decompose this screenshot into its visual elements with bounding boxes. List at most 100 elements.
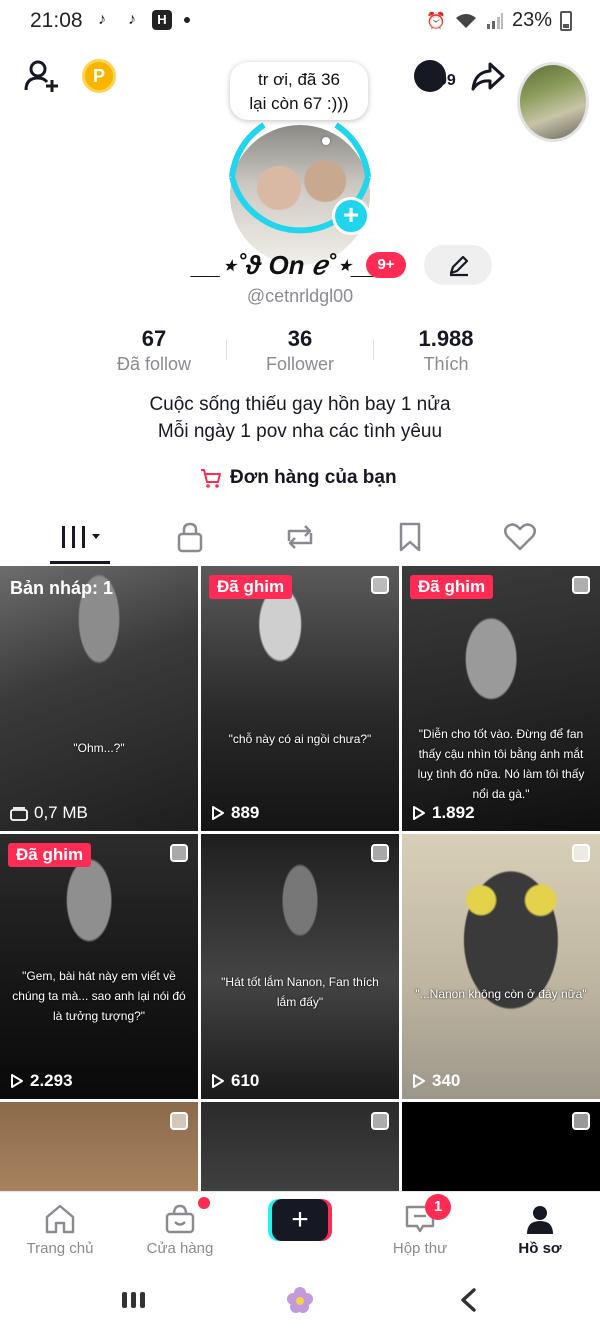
- profile-note-bubble[interactable]: tr ơi, đã 36 lại còn 67 :))): [230, 62, 368, 120]
- status-right: ⏰ 23%: [426, 9, 572, 32]
- video-thumbnail: [402, 1102, 600, 1191]
- back-icon[interactable]: [456, 1286, 480, 1314]
- drafts-icon: [10, 807, 28, 821]
- nav-profile[interactable]: Hồ sơ: [480, 1202, 600, 1257]
- create-button[interactable]: +: [268, 1199, 332, 1241]
- profile-tabs: [0, 514, 600, 564]
- video-tile[interactable]: [402, 1102, 600, 1191]
- view-count-value: 1.892: [432, 803, 475, 822]
- bio-line: Cuộc sống thiếu gay hồn bay 1 nửa: [149, 394, 451, 415]
- progress-count: 99: [438, 72, 456, 89]
- stat-likes[interactable]: 1.988 Thích: [376, 326, 516, 375]
- photo-carousel-icon: [371, 1112, 389, 1130]
- note-line-2: lại còn 67 :))): [249, 94, 349, 113]
- nav-inbox-label: Hộp thư: [392, 1240, 448, 1257]
- video-thumbnail: [0, 566, 198, 831]
- view-count: 340: [412, 1071, 460, 1091]
- video-tile[interactable]: Đã ghim "Diễn cho tốt vào. Đừng để fan t…: [402, 566, 600, 831]
- story-thumbnail[interactable]: [517, 62, 589, 142]
- video-grid: Bản nháp: 1 "Ohm...?" 0,7 MB Đã ghim "ch…: [0, 566, 600, 1191]
- video-thumbnail: [0, 1102, 198, 1191]
- nav-home-label: Trang chủ: [26, 1240, 94, 1257]
- inbox-badge: 1: [425, 1194, 451, 1220]
- pinned-badge: Đã ghim: [209, 575, 293, 599]
- note-bubble-tail: [322, 137, 330, 145]
- view-count: 610: [211, 1071, 259, 1091]
- heart-icon: [504, 523, 536, 551]
- home-flower-icon[interactable]: [286, 1286, 314, 1314]
- video-thumbnail: [201, 834, 399, 1099]
- tab-reposts[interactable]: [245, 514, 355, 560]
- tiktok-icon: ♪: [98, 11, 106, 28]
- add-friend-icon[interactable]: [22, 56, 62, 96]
- view-count: 1.892: [412, 803, 475, 823]
- note-line-1: tr ơi, đã 36: [257, 70, 341, 89]
- video-tile[interactable]: [201, 1102, 399, 1191]
- video-tile[interactable]: "Hát tốt lắm Nanon, Fan thích lắm đấy" 6…: [201, 834, 399, 1099]
- video-tile[interactable]: [0, 1102, 198, 1191]
- lock-icon: [177, 522, 203, 553]
- pencil-icon: [449, 255, 469, 277]
- signal-icon: [486, 12, 503, 29]
- view-count-value: 2.293: [30, 1071, 73, 1090]
- profile-icon: [527, 1206, 553, 1234]
- photo-carousel-icon: [371, 576, 389, 594]
- grid-filter-icon: [62, 526, 100, 548]
- pinned-badge: Đã ghim: [8, 843, 92, 867]
- recent-apps-icon[interactable]: [120, 1288, 148, 1312]
- stat-label: Thích: [423, 354, 469, 374]
- nav-shop[interactable]: Cửa hàng: [120, 1202, 240, 1257]
- view-count: 889: [211, 803, 259, 823]
- stat-value: 36: [287, 326, 313, 351]
- play-icon: [212, 1074, 224, 1088]
- system-navigation-bar: [0, 1266, 600, 1333]
- tiktok-icon: ♪: [128, 11, 136, 28]
- stat-value: 67: [141, 326, 167, 351]
- video-tile[interactable]: "...Nanon không còn ở đây nữa" 340: [402, 834, 600, 1099]
- nav-inbox[interactable]: Hộp thư: [360, 1202, 480, 1257]
- active-tab-indicator: [50, 561, 110, 564]
- orders-label: Đơn hàng của bạn: [230, 467, 397, 488]
- edit-profile-button[interactable]: [424, 245, 492, 285]
- video-caption: "Ohm...?": [73, 741, 125, 755]
- tab-private[interactable]: [135, 514, 245, 560]
- orders-link[interactable]: Đơn hàng của bạn: [200, 464, 397, 492]
- tab-favorites[interactable]: [355, 514, 465, 560]
- video-tile[interactable]: Đã ghim "chỗ này có ai ngồi chưa?" 889: [201, 566, 399, 831]
- stat-label: Đã follow: [116, 354, 192, 374]
- video-tile[interactable]: Đã ghim "Gem, bài hát này em viết về chú…: [0, 834, 198, 1099]
- battery-icon: [560, 10, 572, 31]
- stat-value: 1.988: [418, 326, 474, 351]
- tab-videos[interactable]: [25, 514, 135, 560]
- bookmark-icon: [399, 522, 421, 552]
- coin-icon[interactable]: P: [82, 59, 116, 93]
- video-caption: "Gem, bài hát này em viết về chúng ta mà…: [12, 969, 186, 1023]
- view-count: 2.293: [10, 1071, 73, 1091]
- photo-carousel-icon: [170, 844, 188, 862]
- notification-badge[interactable]: 9+: [366, 252, 406, 278]
- status-time: 21:08: [30, 9, 83, 32]
- pinned-badge: Đã ghim: [410, 575, 494, 599]
- play-icon: [413, 1074, 425, 1088]
- stat-following[interactable]: 67 Đã follow: [84, 326, 224, 375]
- username: @cetnrldgl00: [246, 286, 354, 306]
- repost-icon: [287, 525, 313, 549]
- stat-followers[interactable]: 36 Follower: [230, 326, 370, 375]
- video-thumbnail: [201, 566, 399, 831]
- video-tile[interactable]: Bản nháp: 1 "Ohm...?" 0,7 MB: [0, 566, 198, 831]
- view-count-value: 610: [231, 1071, 260, 1090]
- shop-notification-dot: [198, 1197, 210, 1209]
- video-caption: "...Nanon không còn ở đây nữa": [415, 987, 587, 1001]
- nav-home[interactable]: Trang chủ: [0, 1202, 120, 1257]
- share-icon[interactable]: [470, 58, 506, 94]
- status-bar: 21:08 ♪ ♪ H ⏰ 23%: [0, 0, 600, 44]
- tab-liked[interactable]: [465, 514, 575, 560]
- draft-label: Bản nháp: 1: [10, 578, 114, 598]
- photo-carousel-icon: [170, 1112, 188, 1130]
- plus-icon: +: [272, 1199, 328, 1241]
- video-caption: "Diễn cho tốt vào. Đừng để fan thấy cậu …: [417, 727, 585, 801]
- shopping-bag-icon: [165, 1204, 195, 1234]
- add-story-button[interactable]: +: [332, 197, 370, 235]
- h-app-icon: H: [152, 10, 172, 30]
- photo-carousel-icon: [371, 844, 389, 862]
